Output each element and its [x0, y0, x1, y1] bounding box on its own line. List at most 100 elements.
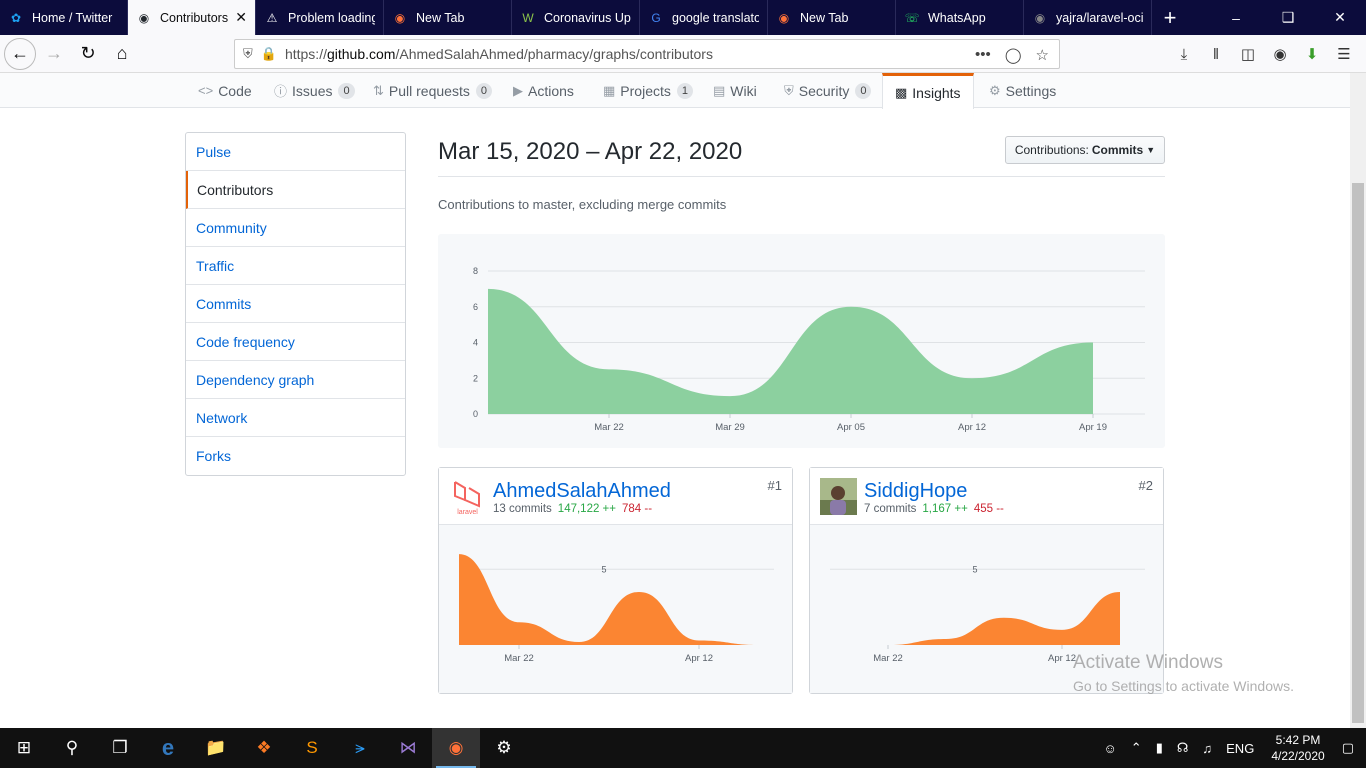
browser-tab[interactable]: ◉ Contributors ✕: [128, 0, 256, 35]
scrollbar-thumb[interactable]: [1352, 183, 1364, 723]
tab-code[interactable]: <> Code: [198, 73, 252, 108]
clock[interactable]: 5:42 PM 4/22/2020: [1271, 732, 1324, 764]
sidebar-toggle-icon[interactable]: ◫: [1232, 39, 1264, 69]
browser-tab[interactable]: Ggoogle translato: [640, 0, 768, 35]
downloads-icon[interactable]: ⤓: [1168, 39, 1200, 69]
tab-wiki[interactable]: ▤ Wiki: [713, 73, 757, 108]
menu-icon[interactable]: ☰: [1328, 39, 1360, 69]
commit-count[interactable]: 13 commits: [493, 503, 552, 515]
avatar[interactable]: laravel: [449, 478, 486, 516]
library-icon[interactable]: ‖: [1200, 39, 1232, 69]
worldometer-icon: W: [522, 10, 534, 25]
firefox-icon: ◉: [778, 10, 790, 25]
window-controls: – ❑ ✕: [1210, 0, 1366, 35]
file-explorer-icon[interactable]: 📁: [192, 728, 240, 768]
pocket-icon[interactable]: ◯: [1005, 46, 1022, 64]
url-bar[interactable]: ⛨ 🔒 https://github.com/AhmedSalahAhmed/p…: [234, 39, 1060, 69]
tab-list: ✿ Home / Twitter ◉ Contributors ✕ ⚠ Problem lo…: [0, 0, 1152, 35]
sidebar-item-contributors[interactable]: Contributors: [186, 171, 405, 209]
tab-insights[interactable]: ▩ Insights: [882, 73, 974, 109]
sidebar-item-pulse[interactable]: Pulse: [186, 133, 405, 171]
project-icon: ▦: [603, 82, 616, 98]
vscode-icon[interactable]: ⪫: [336, 728, 384, 768]
contributions-dropdown[interactable]: Contributions: Commits ▼: [1005, 136, 1165, 164]
sidebar-item-dependency-graph[interactable]: Dependency graph: [186, 361, 405, 399]
y-tick-label: 5: [972, 564, 977, 574]
page-scrollbar[interactable]: [1350, 73, 1366, 728]
account-icon[interactable]: ◉: [1264, 39, 1296, 69]
browser-tab[interactable]: ✿ Home / Twitter: [0, 0, 128, 35]
tab-settings[interactable]: ⚙ Settings: [989, 73, 1056, 108]
area-series: [830, 592, 1120, 645]
browser-tab[interactable]: ◉ New Tab: [384, 0, 512, 35]
chevron-up-icon[interactable]: ⌃: [1131, 740, 1142, 756]
sidebar-item-commits[interactable]: Commits: [186, 285, 405, 323]
forward-button[interactable]: →: [38, 38, 70, 70]
settings-gear-icon[interactable]: ⚙: [480, 728, 528, 768]
lock-icon[interactable]: 🔒: [261, 46, 277, 62]
edge-icon[interactable]: e: [144, 728, 192, 768]
browser-tab-label: Contributors: [160, 10, 229, 25]
language-indicator[interactable]: ENG: [1226, 741, 1254, 756]
y-tick-label: 4: [473, 338, 478, 348]
home-button[interactable]: ⌂: [106, 38, 138, 70]
back-button[interactable]: ←: [4, 37, 36, 70]
projects-count: 1: [676, 82, 693, 99]
commit-count[interactable]: 7 commits: [864, 503, 916, 515]
battery-icon[interactable]: ▮: [1156, 740, 1163, 756]
tab-pull-requests[interactable]: ⇅ Pull requests 0: [373, 73, 492, 108]
visual-studio-icon[interactable]: ⋈: [384, 728, 432, 768]
tab-projects[interactable]: ▦ Projects 1: [603, 73, 693, 108]
system-tray: ☺ ⌃ ▮ ☊ ♫ ENG 5:42 PM 4/22/2020 ▢: [1097, 728, 1366, 768]
shield-icon[interactable]: ⛨: [243, 46, 253, 62]
minimize-button[interactable]: –: [1210, 0, 1262, 35]
windows-start-icon[interactable]: ⊞: [0, 728, 48, 768]
notification-icon[interactable]: ▢: [1342, 740, 1354, 756]
browser-tab[interactable]: ◉ yajra/laravel-oci: [1024, 0, 1152, 35]
url-prefix: https://: [284, 46, 327, 62]
close-tab-icon[interactable]: ✕: [235, 9, 247, 26]
firefox-icon[interactable]: ◉: [432, 728, 480, 768]
bookmark-star-icon[interactable]: ☆: [1036, 46, 1049, 64]
sidebar-item-forks[interactable]: Forks: [186, 437, 405, 475]
extension-icon[interactable]: ⬇: [1296, 39, 1328, 69]
browser-tab[interactable]: W Coronavirus Up: [512, 0, 640, 35]
sublime-text-icon[interactable]: S: [288, 728, 336, 768]
volume-icon[interactable]: ♫: [1202, 741, 1212, 756]
maximize-button[interactable]: ❑: [1262, 0, 1314, 35]
additions: 147,122 ++: [557, 503, 616, 515]
activate-windows-watermark: Activate Windows Go to Settings to activ…: [1073, 652, 1294, 694]
pull-request-icon: ⇅: [373, 82, 384, 98]
divider: [438, 176, 1165, 177]
reload-button[interactable]: ↻: [72, 38, 104, 70]
google-icon: G: [651, 10, 661, 25]
x-tick-label: Apr 12: [958, 422, 986, 433]
contributor-stats: 13 commits 147,122 ++ 784 --: [493, 503, 652, 515]
tab-actions[interactable]: ▶ Actions: [513, 73, 574, 108]
wifi-icon[interactable]: ☊: [1177, 740, 1189, 756]
close-window-button[interactable]: ✕: [1314, 0, 1366, 35]
x-tick-label: Mar 22: [873, 653, 903, 664]
avatar[interactable]: [820, 478, 857, 515]
browser-tab-label: Home / Twitter: [32, 10, 113, 25]
sidebar-item-traffic[interactable]: Traffic: [186, 247, 405, 285]
sidebar-item-community[interactable]: Community: [186, 209, 405, 247]
sidebar-item-code-frequency[interactable]: Code frequency: [186, 323, 405, 361]
task-view-icon[interactable]: ❐: [96, 728, 144, 768]
xampp-icon[interactable]: ❖: [240, 728, 288, 768]
laravel-logo-icon: laravel: [454, 481, 480, 516]
people-icon[interactable]: ☺: [1104, 741, 1117, 756]
browser-tab[interactable]: ◉ New Tab: [768, 0, 896, 35]
tab-security[interactable]: ⛨ Security 0: [784, 73, 872, 108]
browser-tab[interactable]: ⚠ Problem loading: [256, 0, 384, 35]
page-actions-icon[interactable]: •••: [975, 46, 991, 64]
contributor-name[interactable]: SiddigHope: [864, 480, 967, 503]
shield-icon: ⛨: [784, 82, 794, 98]
tab-issues[interactable]: ⓘ Issues 0: [274, 73, 355, 108]
avatar-label: laravel: [457, 509, 478, 515]
search-icon[interactable]: ⚲: [48, 728, 96, 768]
new-tab-button[interactable]: +: [1152, 0, 1188, 35]
sidebar-item-network[interactable]: Network: [186, 399, 405, 437]
browser-tab[interactable]: ☏ WhatsApp: [896, 0, 1024, 35]
contributor-name[interactable]: AhmedSalahAhmed: [493, 480, 671, 503]
